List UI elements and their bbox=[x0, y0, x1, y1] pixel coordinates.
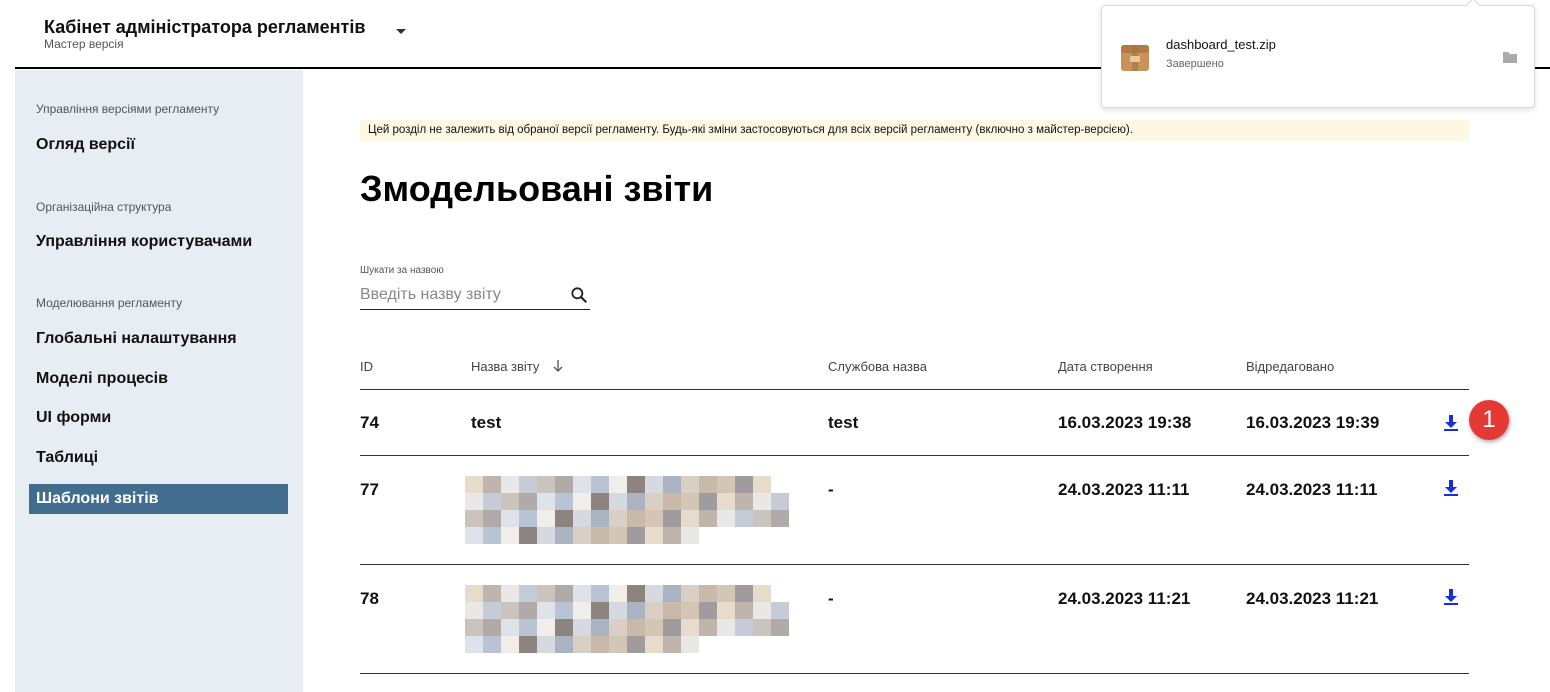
column-header-edited[interactable]: Відредаговано bbox=[1246, 359, 1334, 374]
cell-id: 78 bbox=[360, 589, 379, 608]
cell-service-name: test bbox=[828, 413, 859, 432]
page-title: Змодельовані звіти bbox=[360, 168, 714, 209]
sidebar-item-version-overview[interactable]: Огляд версії bbox=[29, 130, 288, 160]
sidebar: Управління версіями регламенту Огляд вер… bbox=[15, 70, 303, 692]
cell-created: 24.03.2023 11:21 bbox=[1058, 589, 1191, 608]
notice-banner: Цей розділ не залежить від обраної версі… bbox=[360, 120, 1469, 141]
sidebar-item-process-models[interactable]: Моделі процесів bbox=[29, 364, 288, 394]
column-header-created[interactable]: Дата створення bbox=[1058, 359, 1153, 374]
sidebar-item-global-settings[interactable]: Глобальні налаштування bbox=[29, 324, 288, 354]
cell-created: 16.03.2023 19:38 bbox=[1058, 413, 1192, 432]
table-divider bbox=[360, 564, 1469, 565]
callout-badge: 1 bbox=[1469, 400, 1509, 440]
cell-edited: 16.03.2023 19:39 bbox=[1246, 413, 1380, 432]
sidebar-section-label: Управління версіями регламенту bbox=[36, 102, 220, 116]
search-input[interactable] bbox=[360, 281, 590, 310]
app-subtitle: Мастер версія bbox=[44, 37, 124, 51]
sidebar-section-label: Організаційна структура bbox=[36, 200, 172, 214]
sidebar-item-ui-forms[interactable]: UI форми bbox=[29, 403, 288, 433]
sidebar-item-report-templates[interactable]: Шаблони звітів bbox=[29, 484, 288, 514]
sidebar-item-tables[interactable]: Таблиці bbox=[29, 443, 288, 473]
cell-name: test bbox=[471, 413, 502, 432]
download-icon[interactable] bbox=[1443, 588, 1459, 606]
download-popup: dashboard_test.zip Завершено bbox=[1101, 0, 1535, 108]
download-file-name[interactable]: dashboard_test.zip bbox=[1166, 37, 1276, 52]
download-icon[interactable] bbox=[1443, 414, 1459, 432]
sidebar-item-users[interactable]: Управління користувачами bbox=[29, 227, 288, 257]
table-divider bbox=[360, 455, 1469, 456]
chevron-down-icon[interactable] bbox=[396, 29, 406, 34]
column-header-service-name[interactable]: Службова назва bbox=[828, 359, 927, 374]
cell-edited: 24.03.2023 11:11 bbox=[1246, 480, 1378, 499]
table-divider bbox=[360, 389, 1469, 390]
archive-package-icon[interactable] bbox=[1119, 41, 1151, 73]
table-divider bbox=[360, 673, 1469, 674]
cell-id: 77 bbox=[360, 480, 379, 499]
arrow-down-icon[interactable] bbox=[552, 359, 564, 373]
cell-id: 74 bbox=[360, 413, 379, 432]
sidebar-section-label: Моделювання регламенту bbox=[36, 296, 183, 310]
folder-icon[interactable] bbox=[1502, 50, 1518, 64]
column-header-name[interactable]: Назва звіту bbox=[471, 359, 539, 374]
download-icon[interactable] bbox=[1443, 479, 1459, 497]
cell-service-name: - bbox=[828, 589, 834, 608]
search-icon[interactable] bbox=[569, 285, 589, 305]
blurred-report-name bbox=[465, 476, 789, 544]
column-header-id[interactable]: ID bbox=[360, 359, 373, 374]
cell-edited: 24.03.2023 11:21 bbox=[1246, 589, 1379, 608]
download-status: Завершено bbox=[1166, 58, 1224, 70]
blurred-report-name bbox=[465, 585, 789, 653]
cell-service-name: - bbox=[828, 480, 834, 499]
search-label: Шукати за назвою bbox=[360, 265, 444, 276]
cell-created: 24.03.2023 11:11 bbox=[1058, 480, 1190, 499]
app-title[interactable]: Кабінет адміністратора регламентів bbox=[44, 17, 365, 38]
